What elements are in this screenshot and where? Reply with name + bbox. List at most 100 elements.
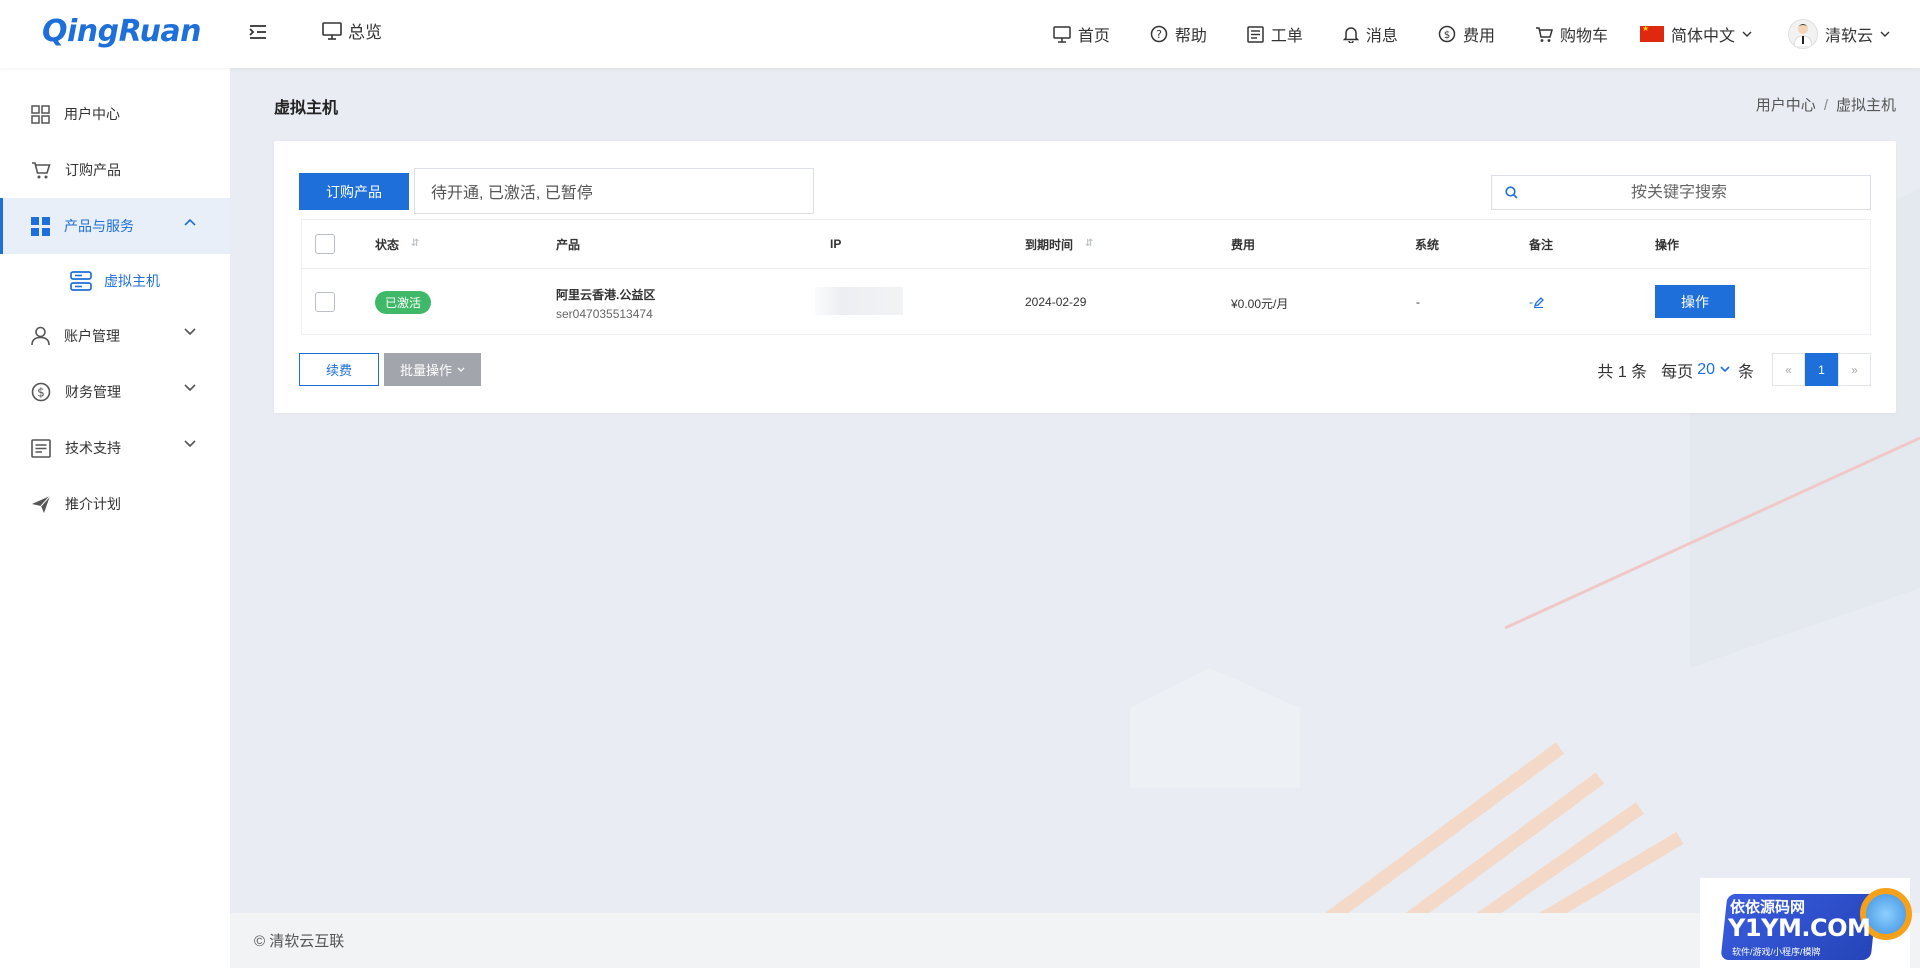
per-page-prefix: 每页	[1661, 363, 1694, 381]
nav-cart-label: 购物车	[1559, 28, 1608, 45]
ip-value	[815, 287, 903, 315]
batch-actions-button[interactable]: 批量操作	[384, 353, 481, 386]
help-circle-icon: ?	[1150, 25, 1168, 43]
breadcrumb-separator: /	[1823, 97, 1828, 114]
chevron-down-icon	[457, 367, 465, 372]
cart-icon	[1535, 26, 1553, 42]
user-name: 清软云	[1824, 28, 1873, 45]
table-header: 状态 ⇵ 产品 IP 到期时间 ⇵ 费用 系统 备注 操作	[302, 220, 1870, 269]
per-page-suffix: 条	[1737, 363, 1754, 381]
system-value: -	[1416, 295, 1420, 309]
batch-actions-label: 批量操作	[399, 363, 452, 378]
user-menu[interactable]: 清软云	[1787, 19, 1890, 49]
order-product-button[interactable]: 订购产品	[299, 173, 409, 210]
note-cell: -	[1529, 295, 1544, 309]
page-footer: © 清软云互联	[230, 913, 1920, 968]
nav-cart[interactable]: 购物车	[1535, 22, 1608, 46]
cart-icon	[32, 161, 51, 178]
renew-button[interactable]: 续费	[299, 353, 379, 386]
dollar-icon: $	[1438, 25, 1456, 43]
nav-messages[interactable]: 消息	[1342, 22, 1398, 46]
chevron-down-icon	[184, 440, 196, 448]
page-button-current[interactable]: 1	[1805, 353, 1838, 386]
monitor-icon	[322, 21, 342, 40]
product-id: ser047035513474	[556, 307, 653, 321]
status-filter-select[interactable]: 待开通, 已激活, 已暂停	[414, 168, 814, 214]
sidebar-item-finance[interactable]: $ 财务管理	[0, 364, 230, 420]
column-product: 产品	[556, 236, 580, 253]
sidebar-item-label: 虚拟主机	[104, 273, 160, 289]
action-cell: 操作	[1655, 285, 1735, 318]
prev-page-button[interactable]: «	[1772, 353, 1805, 386]
document-icon	[31, 438, 51, 458]
chevron-down-icon	[184, 384, 196, 392]
sidebar-item-order-products[interactable]: 订购产品	[0, 142, 230, 198]
nav-messages-label: 消息	[1365, 28, 1398, 45]
column-header: 备注	[1529, 237, 1554, 252]
column-header: IP	[830, 237, 842, 251]
language-selector[interactable]: 简体中文	[1639, 22, 1752, 46]
column-status[interactable]: 状态 ⇵	[375, 236, 419, 253]
sidebar-item-products-services[interactable]: 产品与服务	[0, 198, 230, 254]
sidebar-item-label: 账户管理	[64, 328, 120, 344]
sort-icon: ⇵	[1085, 238, 1094, 249]
ip-cell	[815, 287, 903, 315]
select-all-cell	[315, 234, 335, 254]
grid-icon	[31, 104, 50, 124]
user-icon	[31, 326, 50, 346]
ticket-icon	[1247, 25, 1264, 43]
product-name[interactable]: 阿里云香港.公益区	[556, 286, 655, 303]
edit-note-button[interactable]: -	[1529, 295, 1544, 309]
sidebar-item-label: 订购产品	[65, 162, 121, 178]
logo[interactable]: QingRuan	[42, 14, 202, 49]
total-count: 共 1 条	[1597, 363, 1648, 381]
sidebar-item-virtual-host[interactable]: 虚拟主机	[0, 254, 230, 308]
sidebar-item-referral[interactable]: 推介计划	[0, 476, 230, 532]
overview-label: 总览	[348, 23, 382, 42]
table-row: 已激活 阿里云香港.公益区 ser047035513474 2024-02-29…	[302, 269, 1870, 335]
chevron-down-icon	[1880, 31, 1890, 37]
china-flag-icon	[1639, 24, 1664, 42]
watermark-logo: 依依源码网 Y1YM.COM 软件/游戏/小程序/模牌	[1700, 878, 1920, 968]
column-expiry[interactable]: 到期时间 ⇵	[1025, 236, 1093, 253]
nav-fees-label: 费用	[1462, 28, 1495, 45]
column-system: 系统	[1415, 236, 1439, 253]
sidebar-item-label: 产品与服务	[64, 218, 134, 234]
row-select-cell	[315, 292, 335, 312]
row-checkbox[interactable]	[315, 292, 335, 312]
column-header: 状态	[375, 237, 400, 252]
nav-help[interactable]: ? 帮助	[1150, 22, 1207, 46]
status-badge: 已激活	[375, 291, 432, 314]
nav-home-label: 首页	[1077, 28, 1110, 45]
sidebar-item-support[interactable]: 技术支持	[0, 420, 230, 476]
breadcrumb-link[interactable]: 用户中心	[1756, 97, 1816, 114]
svg-text:$: $	[1444, 30, 1450, 41]
nav-fees[interactable]: $ 费用	[1438, 22, 1495, 46]
search-input[interactable]	[1518, 183, 1840, 202]
chevron-down-icon	[1720, 366, 1730, 373]
column-header: 产品	[556, 237, 581, 252]
sidebar-toggle-button[interactable]	[246, 20, 270, 44]
select-all-checkbox[interactable]	[315, 234, 335, 254]
per-page-select[interactable]: 20	[1697, 361, 1730, 379]
per-page-value: 20	[1697, 360, 1715, 378]
sidebar-item-account[interactable]: 账户管理	[0, 308, 230, 364]
sidebar-item-label: 财务管理	[65, 384, 121, 400]
monitor-icon	[1053, 25, 1071, 43]
row-action-button[interactable]: 操作	[1655, 285, 1735, 318]
menu-collapse-icon	[249, 25, 266, 39]
sidebar: 用户中心 订购产品 产品与服务 虚拟主机 账户管理 $ 财务管理 技术支持 推介…	[0, 68, 230, 968]
copyright: © 清软云互联	[254, 933, 345, 950]
sidebar-item-label: 推介计划	[65, 496, 121, 512]
next-page-button[interactable]: »	[1838, 353, 1871, 386]
column-header: 操作	[1655, 237, 1680, 252]
breadcrumb: 用户中心 / 虚拟主机	[1756, 94, 1896, 115]
nav-home[interactable]: 首页	[1053, 22, 1110, 46]
overview-link[interactable]: 总览	[322, 18, 382, 43]
sidebar-item-user-center[interactable]: 用户中心	[0, 86, 230, 142]
content-card: 订购产品 待开通, 已激活, 已暂停 状态 ⇵ 产品 IP 到期时间 ⇵ 费用	[274, 141, 1896, 413]
page-buttons: « 1 »	[1772, 353, 1871, 386]
fee-cell: ¥0.00元/月	[1231, 295, 1288, 312]
nav-ticket[interactable]: 工单	[1247, 22, 1303, 46]
search-box[interactable]	[1491, 175, 1871, 210]
